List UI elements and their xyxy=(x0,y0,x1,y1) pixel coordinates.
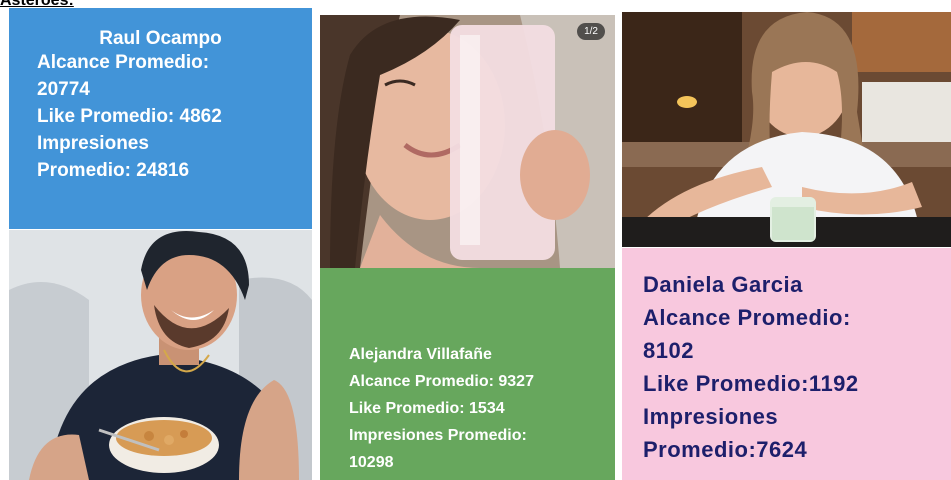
impresiones-label: Impresiones Promedio: xyxy=(349,427,527,444)
influencer-photo-raul xyxy=(9,230,312,480)
influencer-name: Alejandra Villafañe xyxy=(349,346,492,363)
influencer-photo-daniela xyxy=(622,12,951,247)
alcance-stat: Alcance Promedio: 9327 xyxy=(349,373,534,390)
woman-stirring-drink-image xyxy=(622,12,951,247)
like-stat: Like Promedio: 1534 xyxy=(349,400,505,417)
impresiones-label: Impresiones xyxy=(643,404,779,429)
influencer-card-daniela: Daniela Garcia Alcance Promedio: 8102 Li… xyxy=(622,248,951,480)
man-eating-cereal-image xyxy=(9,230,312,480)
influencer-photo-alejandra: 1/2 xyxy=(320,15,615,268)
alcance-label: Alcance Promedio: xyxy=(37,52,210,73)
impresiones-value: Promedio: 24816 xyxy=(37,160,190,181)
influencer-card-raul: Raul Ocampo Alcance Promedio: 20774 Like… xyxy=(9,8,312,229)
alcance-value: 8102 xyxy=(643,338,694,363)
carousel-page-badge: 1/2 xyxy=(577,23,605,40)
like-stat: Like Promedio: 4862 xyxy=(37,106,222,127)
impresiones-value: Promedio:7624 xyxy=(643,437,808,462)
like-stat: Like Promedio:1192 xyxy=(643,371,859,396)
alcance-label: Alcance Promedio: xyxy=(643,305,851,330)
woman-with-milkshake-image xyxy=(320,15,615,268)
impresiones-value: 10298 xyxy=(349,454,394,471)
influencer-card-alejandra: Alejandra Villafañe Alcance Promedio: 93… xyxy=(320,268,615,480)
influencer-name: Raul Ocampo xyxy=(99,28,222,49)
impresiones-label: Impresiones xyxy=(37,133,149,154)
alcance-value: 20774 xyxy=(37,79,90,100)
influencer-name: Daniela Garcia xyxy=(643,272,803,297)
